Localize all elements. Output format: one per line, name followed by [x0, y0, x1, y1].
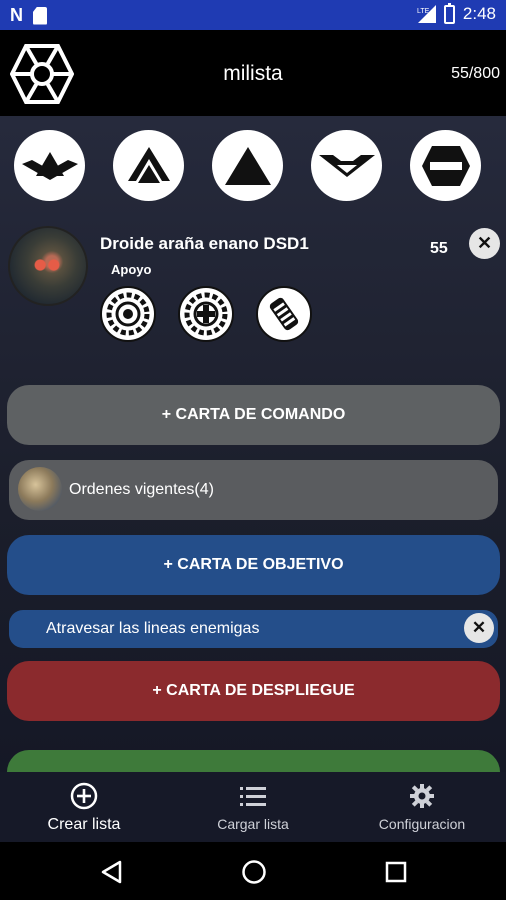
ordnance-upgrade-icon[interactable]: [256, 286, 312, 342]
add-objective-card-button[interactable]: + CARTA DE OBJETIVO: [7, 535, 500, 595]
support-rank-icon[interactable]: [410, 130, 481, 201]
list-icon: [169, 782, 337, 810]
objective-card-item[interactable]: Atravesar las lineas enemigas ✕: [9, 610, 498, 648]
clock: 2:48: [462, 4, 496, 23]
back-icon[interactable]: [98, 858, 126, 886]
nav-crear-lista[interactable]: Crear lista: [0, 782, 168, 834]
battery-icon: [443, 2, 455, 24]
close-icon: ✕: [464, 613, 494, 643]
nav-label: Crear lista: [47, 816, 121, 833]
command-card-thumbnail: [18, 467, 62, 511]
hardpoint-upgrade-icon[interactable]: [178, 286, 234, 342]
points-counter: 55/800: [451, 65, 500, 82]
sd-card-icon: [33, 6, 47, 25]
comms-upgrade-icon[interactable]: [100, 286, 156, 342]
add-deployment-card-button[interactable]: + CARTA DE DESPLIEGUE: [7, 661, 500, 721]
bottom-nav: Crear lista Cargar lista Configuracion: [0, 772, 506, 842]
add-condition-card-button[interactable]: [7, 750, 500, 772]
nav-cargar-lista[interactable]: Cargar lista: [169, 782, 337, 832]
special-forces-rank-icon[interactable]: [311, 130, 382, 201]
nav-label: Cargar lista: [217, 816, 289, 832]
list-content[interactable]: Droide araña enano DSD1 Apoyo 55 ✕ + CAR…: [0, 116, 506, 772]
unit-points: 55: [430, 240, 448, 257]
nav-configuracion[interactable]: Configuracion: [338, 782, 506, 832]
page-title: milista: [223, 62, 283, 85]
status-left-icons: N: [10, 5, 47, 26]
commander-rank-icon[interactable]: [14, 130, 85, 201]
unit-card[interactable]: Droide araña enano DSD1 Apoyo 55: [0, 222, 506, 352]
add-circle-icon: [0, 782, 168, 810]
unit-remove-button[interactable]: ✕: [469, 228, 500, 259]
signal-icon: LTE: [416, 5, 436, 23]
command-card-label: Ordenes vigentes(4): [69, 481, 214, 498]
svg-text:LTE: LTE: [417, 8, 430, 15]
close-icon: ✕: [469, 228, 500, 259]
n-icon: N: [10, 5, 23, 25]
objective-remove-button[interactable]: ✕: [464, 613, 494, 643]
add-command-card-button[interactable]: + CARTA DE COMANDO: [7, 385, 500, 445]
unit-name: Droide araña enano DSD1: [100, 234, 309, 253]
upgrade-row: [100, 286, 312, 342]
status-right-icons: LTE 2:48: [416, 2, 496, 24]
rank-filter-row: [14, 130, 481, 201]
unit-role: Apoyo: [111, 262, 152, 277]
nav-label: Configuracion: [378, 816, 466, 832]
gear-icon: [338, 782, 506, 810]
system-nav-bar: [0, 842, 506, 900]
home-icon[interactable]: [240, 858, 268, 886]
unit-avatar: [8, 226, 88, 306]
status-bar: N LTE 2:48: [0, 0, 506, 30]
recents-icon[interactable]: [382, 858, 410, 886]
operative-rank-icon[interactable]: [113, 130, 184, 201]
objective-card-label: Atravesar las lineas enemigas: [46, 620, 260, 637]
corps-rank-icon[interactable]: [212, 130, 283, 201]
app-bar: milista 55/800: [0, 30, 506, 116]
command-card-item[interactable]: Ordenes vigentes(4): [9, 460, 498, 520]
